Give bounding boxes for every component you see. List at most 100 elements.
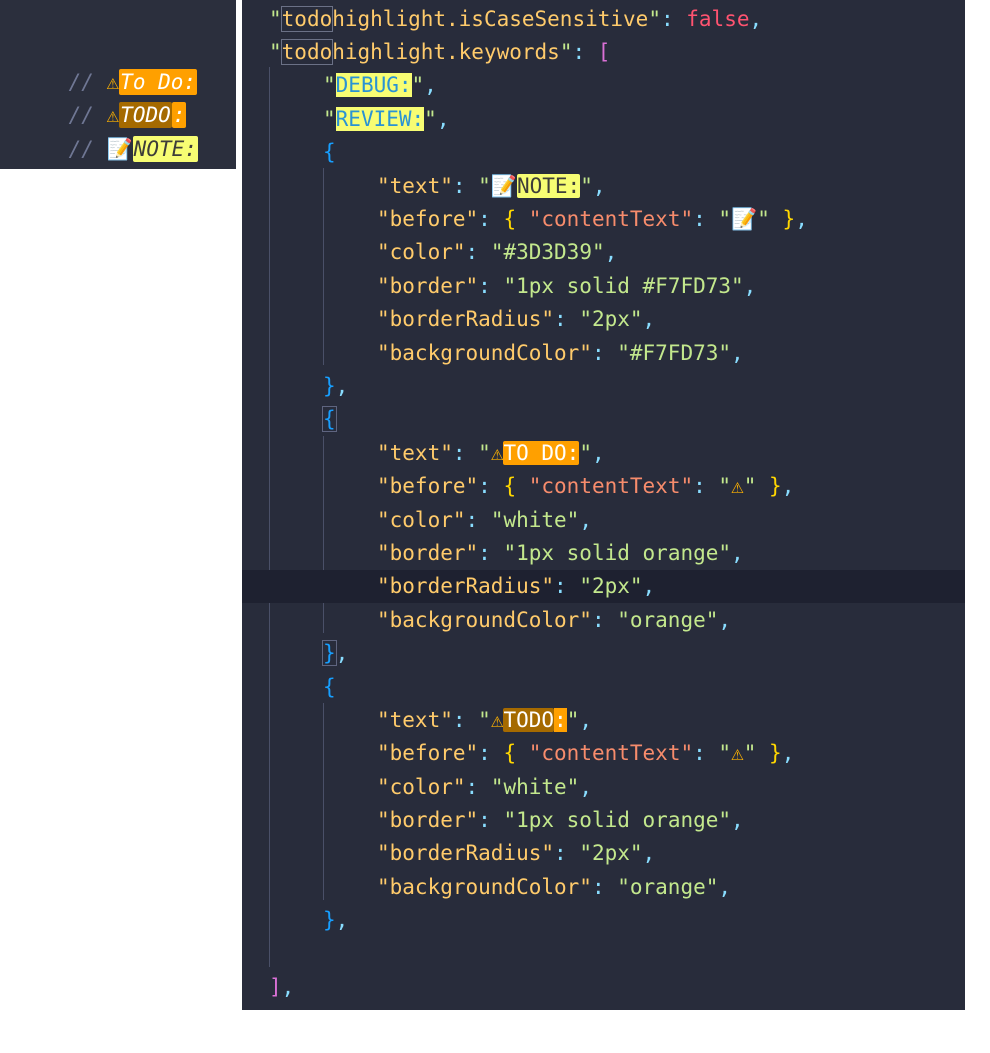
code-line[interactable]: "before": { "contentText": "📝" }, (242, 203, 965, 236)
quote: " (559, 40, 573, 64)
property-key: "backgroundColor" (377, 608, 592, 632)
code-line[interactable]: }, (242, 637, 965, 670)
comma: , (642, 307, 656, 331)
warning-icon: ⚠ (490, 441, 504, 465)
quote: " (743, 741, 757, 765)
comma: , (592, 174, 606, 198)
separator: : (660, 7, 687, 31)
string-value: "2px" (579, 841, 643, 865)
property-key: "before" (377, 474, 479, 498)
separator: : (478, 474, 504, 498)
separator: : (693, 207, 719, 231)
code-line[interactable]: { (242, 403, 965, 436)
separator: : (591, 875, 618, 899)
comma: , (335, 908, 349, 932)
close-brace: } (756, 741, 782, 765)
close-brace: } (322, 640, 337, 666)
code-line[interactable]: }, (242, 370, 965, 403)
quote: " (269, 7, 282, 31)
string-value: "2px" (579, 307, 643, 331)
code-line[interactable]: "text": "📝NOTE:", (242, 170, 965, 203)
close-bracket: ] (269, 975, 282, 999)
code-line[interactable]: }, (242, 904, 965, 937)
setting-key: highlight.keywords (332, 40, 560, 64)
string-value: "1px solid #F7FD73" (503, 274, 744, 298)
code-line[interactable]: "color": "white", (242, 504, 965, 537)
comma: , (642, 574, 656, 598)
code-line[interactable]: "DEBUG:", (242, 69, 965, 102)
code-line[interactable]: "todohighlight.isCaseSensitive": false, (242, 3, 965, 36)
code-line[interactable]: "borderRadius": "2px", (242, 303, 965, 336)
quote: " (323, 107, 336, 131)
code-line[interactable]: "border": "1px solid orange", (242, 537, 965, 570)
code-line[interactable]: "todohighlight.keywords": [ (242, 36, 965, 69)
comma: , (579, 708, 593, 732)
quote: " (411, 73, 425, 97)
code-line[interactable]: "before": { "contentText": "⚠" }, (242, 737, 965, 770)
string-value: "white" (490, 508, 580, 532)
code-line[interactable]: "backgroundColor": "orange", (242, 871, 965, 904)
memo-icon: 📝 (731, 207, 758, 231)
warning-icon: ⚠ (731, 741, 744, 765)
code-line[interactable]: "REVIEW:", (242, 103, 965, 136)
separator: : (465, 508, 491, 532)
comma: , (604, 240, 618, 264)
code-line[interactable]: "border": "1px solid #F7FD73", (242, 270, 965, 303)
separator: : (478, 741, 504, 765)
open-brace: { (322, 406, 337, 432)
code-line[interactable]: "backgroundColor": "#F7FD73", (242, 337, 965, 370)
separator: : (591, 341, 618, 365)
comma: , (781, 741, 795, 765)
code-line[interactable]: "backgroundColor": "orange", (242, 604, 965, 637)
code-line[interactable]: "before": { "contentText": "⚠" }, (242, 470, 965, 503)
todo-tag-highlight: TODO (503, 708, 555, 732)
close-brace: } (323, 908, 336, 932)
property-key: "before" (377, 741, 479, 765)
inner-key: "contentText" (528, 741, 694, 765)
quote: " (269, 40, 282, 64)
property-key: "text" (377, 441, 453, 465)
code-line[interactable]: ], (242, 971, 965, 1004)
code-line[interactable]: "text": "⚠TO DO:", (242, 437, 965, 470)
close-brace: } (756, 474, 782, 498)
comma: , (731, 808, 744, 832)
memo-icon: 📝 (106, 137, 133, 161)
code-line[interactable]: { (242, 136, 965, 169)
code-line[interactable]: "color": "white", (242, 771, 965, 804)
comment-marker: // (68, 137, 107, 161)
quote: " (566, 708, 580, 732)
quote: " (478, 441, 491, 465)
property-key: "borderRadius" (377, 307, 555, 331)
property-key: "borderRadius" (377, 574, 555, 598)
inner-key: "contentText" (528, 474, 694, 498)
comma: , (795, 207, 808, 231)
code-line-current[interactable]: "borderRadius": "2px", (242, 570, 965, 603)
code-line[interactable]: "borderRadius": "2px", (242, 837, 965, 870)
separator: : (478, 207, 504, 231)
string-value: "orange" (617, 875, 719, 899)
property-key: "color" (377, 775, 466, 799)
comma: , (731, 341, 744, 365)
quote: " (478, 174, 491, 198)
comma: , (749, 7, 763, 31)
keyword-prefix: todo (280, 39, 334, 65)
separator: : (693, 741, 719, 765)
comma: , (579, 775, 592, 799)
property-key: "border" (377, 808, 479, 832)
comma: , (335, 374, 349, 398)
code-line[interactable]: "color": "#3D3D39", (242, 236, 965, 269)
quote: " (580, 174, 593, 198)
quote: " (757, 207, 770, 231)
warning-icon: ⚠ (490, 708, 504, 732)
code-line[interactable]: { (242, 671, 965, 704)
code-editor[interactable]: "todohighlight.isCaseSensitive": false, … (242, 0, 965, 1010)
code-line-empty[interactable] (242, 938, 965, 971)
separator: : (478, 808, 504, 832)
todo-tag-colon: : (554, 708, 567, 732)
highlight-preview-panel: // ⚠To Do: // ⚠TODO: // 📝NOTE: (0, 0, 236, 169)
preview-row-todo-2: // ⚠TODO: (18, 70, 187, 128)
quote: " (718, 207, 732, 231)
code-line[interactable]: "text": "⚠TODO:", (242, 704, 965, 737)
preview-row-todo-1: // ⚠To Do: (18, 37, 198, 95)
code-line[interactable]: "border": "1px solid orange", (242, 804, 965, 837)
